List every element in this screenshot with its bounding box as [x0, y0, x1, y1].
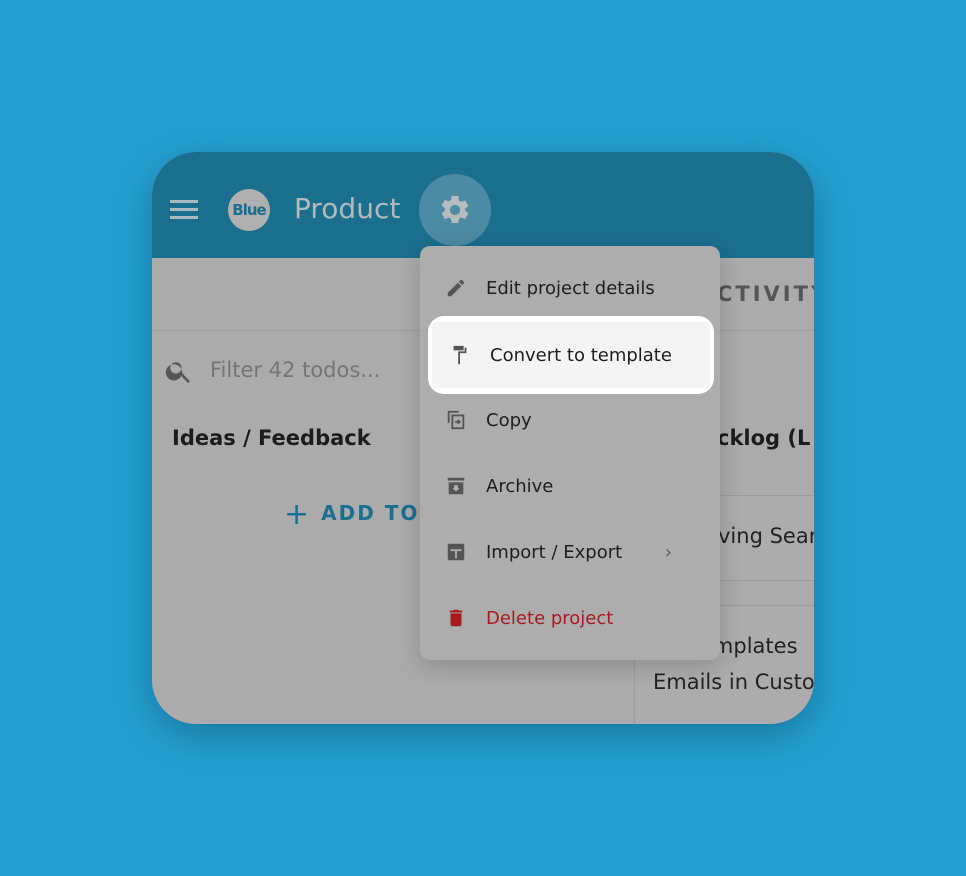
trash-icon — [449, 609, 463, 627]
logo: Blue — [228, 189, 270, 231]
todo-card-title: ving Sear — [718, 524, 814, 548]
menu-item-label: Edit project details — [486, 277, 655, 299]
copy-icon — [447, 410, 465, 430]
plus-icon: + — [284, 497, 312, 532]
project-settings-menu: Edit project details Copy Archive Import… — [420, 246, 720, 660]
search-icon — [165, 362, 190, 383]
menu-item-convert-to-template[interactable]: Convert to template — [432, 322, 710, 388]
todo-card-title: Emails in Custo — [653, 670, 814, 694]
paint-roller-icon — [453, 345, 467, 365]
column-title: cklog (L — [717, 426, 811, 450]
settings-button[interactable] — [419, 174, 491, 246]
app-header: Blue Product — [152, 152, 814, 258]
menu-item-import-export[interactable]: Import / Export › — [420, 519, 720, 585]
pencil-icon — [447, 279, 465, 297]
hamburger-icon[interactable] — [170, 200, 198, 220]
tab-activity[interactable]: CTIVITY — [717, 282, 814, 306]
archive-icon — [447, 477, 465, 495]
menu-item-edit-project-details[interactable]: Edit project details — [420, 255, 720, 321]
column-title: Ideas / Feedback — [172, 426, 371, 450]
add-todo-button[interactable]: + ADD TOD — [284, 497, 438, 532]
menu-item-archive[interactable]: Archive — [420, 453, 720, 519]
menu-item-label: Archive — [486, 475, 554, 497]
chevron-right-icon: › — [664, 541, 672, 563]
menu-item-delete-project[interactable]: Delete project — [420, 585, 720, 651]
menu-item-label: Convert to template — [490, 344, 672, 366]
highlight-ring: Convert to template — [428, 316, 714, 394]
project-title: Product — [294, 192, 401, 225]
menu-item-label: Import / Export — [486, 541, 623, 563]
menu-item-label: Copy — [486, 409, 532, 431]
gear-icon — [441, 195, 469, 224]
menu-item-label: Delete project — [486, 607, 614, 629]
import-export-icon — [447, 543, 465, 561]
menu-item-copy[interactable]: Copy — [420, 387, 720, 453]
filter-todos-input[interactable] — [210, 358, 410, 382]
